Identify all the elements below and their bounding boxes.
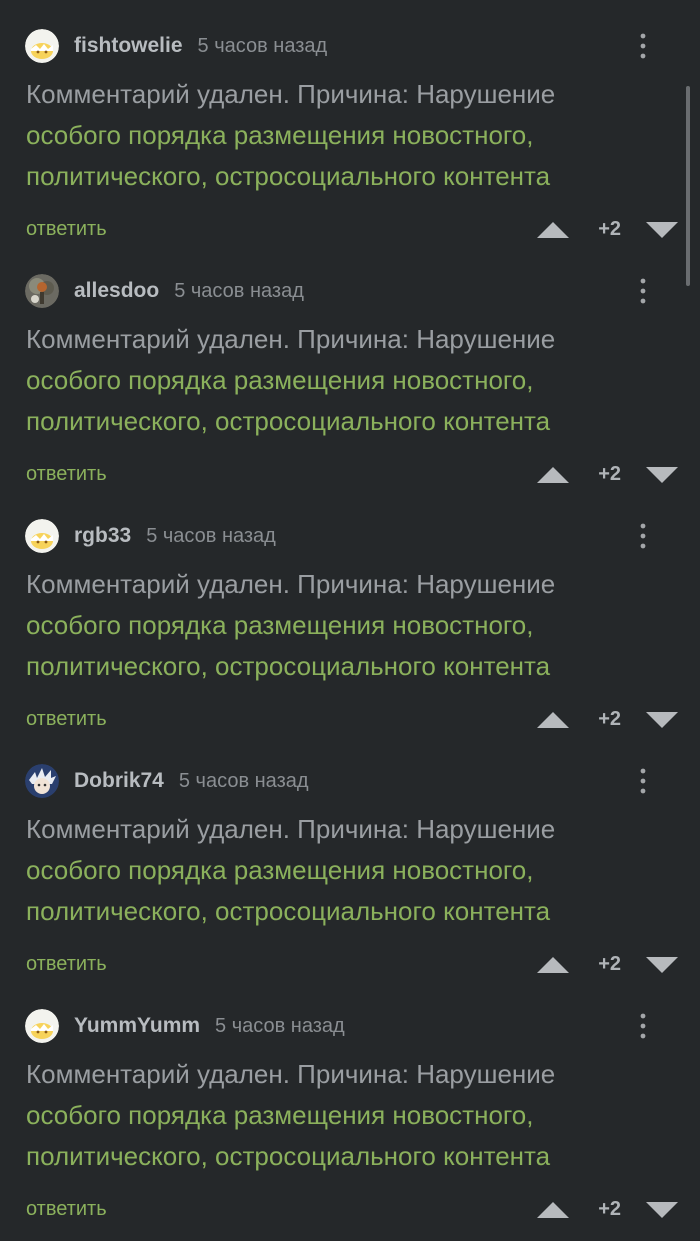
comment-time: 5 часов назад (215, 1014, 345, 1037)
comment-time: 5 часов назад (146, 524, 276, 547)
egg-yellow-avatar-icon (25, 29, 59, 63)
photo-avatar-character-icon (25, 764, 59, 798)
deleted-reason-text: Комментарий удален. Причина: Нарушение (26, 569, 556, 599)
more-vertical-icon (640, 278, 646, 304)
avatar[interactable] (25, 519, 59, 553)
deleted-reason-text: Комментарий удален. Причина: Нарушение (26, 79, 556, 109)
downvote-button[interactable] (646, 222, 678, 238)
scrollbar[interactable] (686, 86, 690, 286)
comment-header: Dobrik74 5 часов назад (25, 763, 680, 799)
rule-link[interactable]: особого порядка размещения новостного, п… (26, 120, 550, 191)
reply-button[interactable]: ответить (26, 218, 107, 241)
more-vertical-icon (640, 33, 646, 59)
comment-item: YummYumm 5 часов назад Комментарий удале… (0, 980, 700, 1225)
more-options-button[interactable] (633, 32, 653, 60)
arrow-up-icon (537, 222, 569, 238)
comment-item: rgb33 5 часов назад Комментарий удален. … (0, 490, 700, 735)
photo-avatar-tree-icon (25, 274, 59, 308)
deleted-reason-text: Комментарий удален. Причина: Нарушение (26, 324, 556, 354)
comment-header: fishtowelie 5 часов назад (25, 28, 680, 64)
reply-button[interactable]: ответить (26, 708, 107, 731)
comment-time: 5 часов назад (174, 279, 304, 302)
more-vertical-icon (640, 523, 646, 549)
rule-link[interactable]: особого порядка размещения новостного, п… (26, 365, 550, 436)
arrow-down-icon (646, 957, 678, 973)
comment-header: allesdoo 5 часов назад (25, 273, 680, 309)
more-vertical-icon (640, 1013, 646, 1039)
reply-button[interactable]: ответить (26, 463, 107, 486)
comment-footer: ответить +2 (26, 212, 678, 248)
arrow-down-icon (646, 1202, 678, 1218)
avatar[interactable] (25, 29, 59, 63)
username[interactable]: fishtowelie (74, 34, 183, 58)
rule-link[interactable]: особого порядка размещения новостного, п… (26, 855, 550, 926)
more-options-button[interactable] (633, 522, 653, 550)
rule-link[interactable]: особого порядка размещения новостного, п… (26, 610, 550, 681)
more-options-button[interactable] (633, 767, 653, 795)
comment-text: Комментарий удален. Причина: Нарушение о… (26, 319, 646, 442)
comment-feed: fishtowelie 5 часов назад Комментарий уд… (0, 0, 700, 1225)
comment-footer: ответить +2 (26, 457, 678, 493)
downvote-button[interactable] (646, 712, 678, 728)
arrow-up-icon (537, 957, 569, 973)
deleted-reason-text: Комментарий удален. Причина: Нарушение (26, 1059, 556, 1089)
more-options-button[interactable] (633, 277, 653, 305)
downvote-button[interactable] (646, 1202, 678, 1218)
arrow-down-icon (646, 222, 678, 238)
comment-footer: ответить +2 (26, 947, 678, 983)
more-vertical-icon (640, 768, 646, 794)
comment-score: +2 (598, 463, 621, 485)
upvote-button[interactable] (537, 222, 569, 238)
username[interactable]: allesdoo (74, 279, 159, 303)
username[interactable]: Dobrik74 (74, 769, 164, 793)
comment-text: Комментарий удален. Причина: Нарушение о… (26, 74, 646, 197)
comment-score: +2 (598, 218, 621, 240)
deleted-reason-text: Комментарий удален. Причина: Нарушение (26, 814, 556, 844)
downvote-button[interactable] (646, 467, 678, 483)
comment-score: +2 (598, 953, 621, 975)
upvote-button[interactable] (537, 712, 569, 728)
avatar[interactable] (25, 274, 59, 308)
comment-item: Dobrik74 5 часов назад Комментарий удале… (0, 735, 700, 980)
egg-yellow-avatar-icon (25, 519, 59, 553)
comment-text: Комментарий удален. Причина: Нарушение о… (26, 809, 646, 932)
comment-time: 5 часов назад (197, 34, 328, 57)
comment-time: 5 часов назад (178, 769, 309, 792)
arrow-up-icon (537, 712, 569, 728)
avatar[interactable] (25, 764, 59, 798)
comment-footer: ответить +2 (26, 702, 678, 738)
avatar[interactable] (25, 1009, 59, 1043)
arrow-up-icon (537, 1202, 569, 1218)
upvote-button[interactable] (537, 467, 569, 483)
username[interactable]: rgb33 (74, 524, 131, 548)
comment-item: fishtowelie 5 часов назад Комментарий уд… (0, 0, 700, 245)
comment-score: +2 (598, 708, 621, 730)
upvote-button[interactable] (537, 957, 569, 973)
comment-footer: ответить +2 (26, 1192, 678, 1228)
more-options-button[interactable] (633, 1012, 653, 1040)
username[interactable]: YummYumm (74, 1014, 200, 1038)
egg-yellow-avatar-icon (25, 1009, 59, 1043)
rule-link[interactable]: особого порядка размещения новостного, п… (26, 1100, 550, 1171)
arrow-down-icon (646, 712, 678, 728)
arrow-up-icon (537, 467, 569, 483)
comment-header: YummYumm 5 часов назад (25, 1008, 680, 1044)
comment-header: rgb33 5 часов назад (25, 518, 680, 554)
comment-item: allesdoo 5 часов назад Комментарий удале… (0, 245, 700, 490)
comment-text: Комментарий удален. Причина: Нарушение о… (26, 1054, 646, 1177)
comment-score: +2 (598, 1198, 621, 1220)
upvote-button[interactable] (537, 1202, 569, 1218)
reply-button[interactable]: ответить (26, 953, 107, 976)
arrow-down-icon (646, 467, 678, 483)
downvote-button[interactable] (646, 957, 678, 973)
comment-text: Комментарий удален. Причина: Нарушение о… (26, 564, 646, 687)
reply-button[interactable]: ответить (26, 1198, 107, 1221)
